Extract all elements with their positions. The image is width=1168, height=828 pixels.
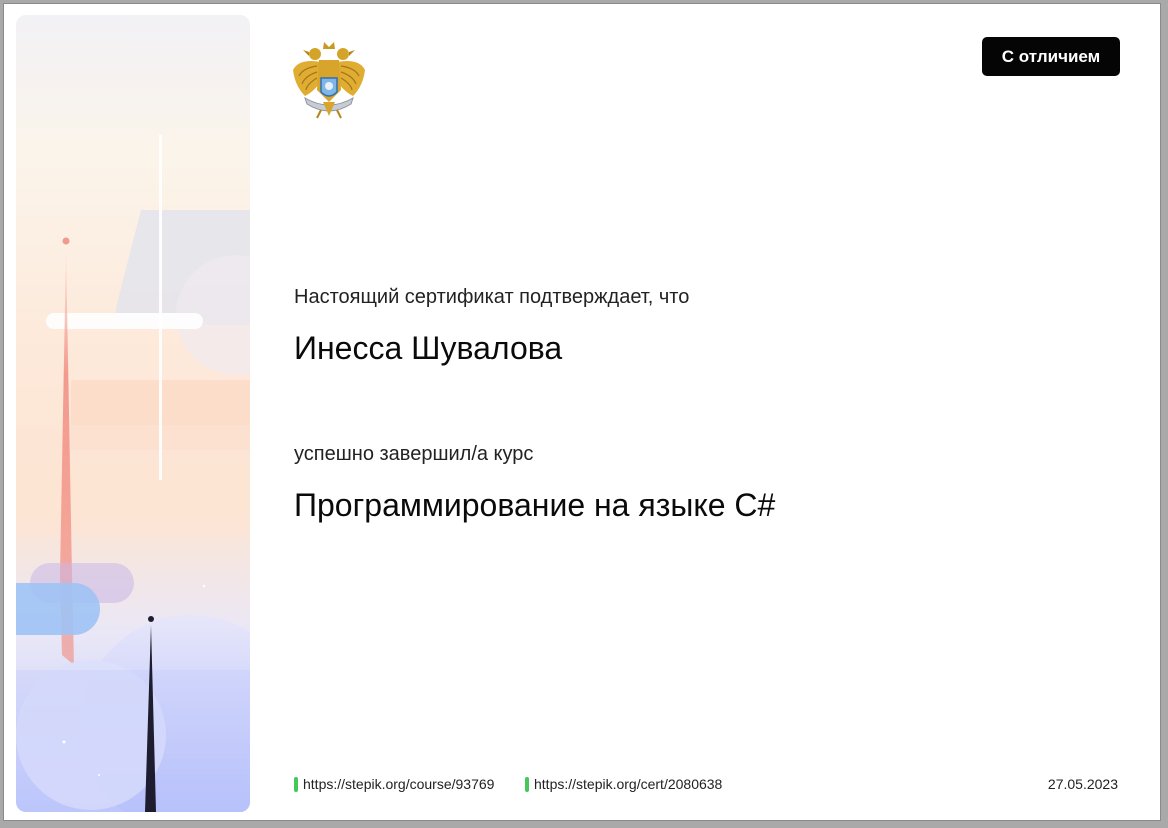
issue-date: 27.05.2023: [1047, 776, 1118, 792]
double-headed-eagle-emblem-icon: [291, 40, 367, 120]
certificate-link[interactable]: https://stepik.org/cert/2080638: [525, 776, 722, 792]
link-marker: [525, 776, 529, 792]
recipient-name: Инесса Шувалова: [294, 330, 563, 366]
certificate-intro-text: Настоящий сертификат подтверждает, что: [294, 286, 690, 308]
certificate-link-text[interactable]: https://stepik.org/cert/2080638: [534, 776, 722, 792]
abstract-decoration: [16, 135, 250, 812]
course-link-text[interactable]: https://stepik.org/course/93769: [303, 776, 494, 792]
distinction-badge: С отличием: [982, 37, 1120, 76]
decorative-side-panel: [16, 15, 250, 812]
completion-text: успешно завершил/а курс: [294, 443, 534, 465]
link-marker: [294, 776, 298, 792]
certificate-page: С отличием Настоящий сертификат подтверж…: [3, 3, 1161, 821]
course-title: Программирование на языке C#: [294, 487, 776, 523]
course-link[interactable]: https://stepik.org/course/93769: [294, 776, 494, 792]
